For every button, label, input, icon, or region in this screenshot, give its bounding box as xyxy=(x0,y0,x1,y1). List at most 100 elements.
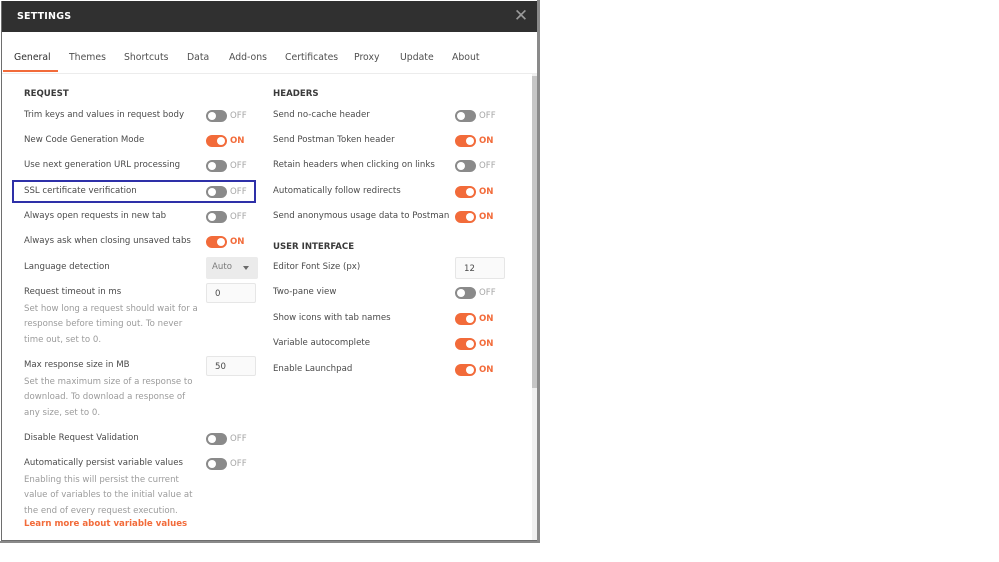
variable-autocomplete-label: Variable autocomplete xyxy=(273,338,371,348)
language-detection-label: Language detection xyxy=(24,262,110,272)
toggle-knob xyxy=(208,112,216,120)
tab-add-ons[interactable]: Add-ons xyxy=(229,52,267,63)
persist-variables-label: Automatically persist variable values xyxy=(24,458,184,468)
retain-headers-toggle[interactable]: OFF xyxy=(455,160,500,172)
headers-section-heading: HEADERS xyxy=(273,89,319,99)
ask-closing-toggle[interactable]: ON xyxy=(206,236,251,248)
toggle-track xyxy=(455,313,476,325)
tab-themes[interactable]: Themes xyxy=(69,52,106,63)
open-new-tab-toggle[interactable]: OFF xyxy=(206,211,251,223)
trim-keys-toggle[interactable]: OFF xyxy=(206,110,251,122)
persist-variables-help: Enabling this will persist the current v… xyxy=(24,475,193,516)
postman-token-label: Send Postman Token header xyxy=(273,135,395,145)
toggle-knob xyxy=(457,289,465,297)
toggle-state: OFF xyxy=(230,187,247,197)
toggle-state: ON xyxy=(479,339,494,349)
toggle-state: ON xyxy=(479,212,494,222)
learn-more-variables-link[interactable]: Learn more about variable values xyxy=(24,519,187,529)
disable-validation-label: Disable Request Validation xyxy=(24,433,139,443)
ssl-verification-label: SSL certificate verification xyxy=(24,186,137,196)
variable-autocomplete-toggle[interactable]: ON xyxy=(455,338,500,350)
modal-title: SETTINGS xyxy=(17,11,72,22)
toggle-track xyxy=(455,160,476,172)
toggle-knob xyxy=(466,188,474,196)
toggle-track xyxy=(206,236,227,248)
toggle-state: OFF xyxy=(230,161,247,171)
toggle-knob xyxy=(466,213,474,221)
toggle-track xyxy=(455,110,476,122)
toggle-state: OFF xyxy=(230,111,247,121)
tab-general[interactable]: General xyxy=(14,52,51,63)
modal-border-bottom xyxy=(0,541,540,543)
toggle-state: ON xyxy=(230,237,245,247)
toggle-state: OFF xyxy=(230,212,247,222)
tab-shortcuts[interactable]: Shortcuts xyxy=(124,52,168,63)
postman-token-toggle[interactable]: ON xyxy=(455,135,500,147)
toggle-state: ON xyxy=(479,136,494,146)
toggle-knob xyxy=(208,213,216,221)
language-detection-select[interactable]: Auto xyxy=(206,257,258,279)
request-timeout-help: Set how long a request should wait for a… xyxy=(24,304,198,345)
max-response-size-help: Set the maximum size of a response to do… xyxy=(24,377,193,418)
toggle-track xyxy=(455,186,476,198)
follow-redirects-toggle[interactable]: ON xyxy=(455,186,500,198)
select-value: Auto xyxy=(212,262,232,272)
no-cache-toggle[interactable]: OFF xyxy=(455,110,500,122)
toggle-track xyxy=(206,160,227,172)
launchpad-label: Enable Launchpad xyxy=(273,364,353,374)
tab-update[interactable]: Update xyxy=(400,52,434,63)
trim-keys-label: Trim keys and values in request body xyxy=(24,110,185,120)
tab-icons-toggle[interactable]: ON xyxy=(455,313,500,325)
modal-border-right xyxy=(537,0,540,543)
toggle-state: ON xyxy=(479,187,494,197)
launchpad-toggle[interactable]: ON xyxy=(455,364,500,376)
toggle-knob xyxy=(208,435,216,443)
tab-proxy[interactable]: Proxy xyxy=(354,52,379,63)
toggle-knob xyxy=(466,315,474,323)
toggle-knob xyxy=(457,112,465,120)
toggle-state: ON xyxy=(230,136,245,146)
toggle-state: OFF xyxy=(479,161,496,171)
toggle-state: OFF xyxy=(230,459,247,469)
persist-variables-toggle[interactable]: OFF xyxy=(206,458,251,470)
next-gen-url-toggle[interactable]: OFF xyxy=(206,160,251,172)
close-icon[interactable]: ✕ xyxy=(513,7,529,25)
toggle-state: ON xyxy=(479,314,494,324)
toggle-knob xyxy=(208,188,216,196)
ask-closing-label: Always ask when closing unsaved tabs xyxy=(24,236,191,246)
disable-validation-toggle[interactable]: OFF xyxy=(206,433,251,445)
toggle-track xyxy=(455,287,476,299)
usage-data-label: Send anonymous usage data to Postman xyxy=(273,211,450,221)
code-generation-label: New Code Generation Mode xyxy=(24,135,145,145)
toggle-knob xyxy=(217,137,225,145)
request-timeout-input[interactable]: 0 xyxy=(206,283,256,303)
two-pane-toggle[interactable]: OFF xyxy=(455,287,500,299)
toggle-state: OFF xyxy=(479,111,496,121)
toggle-track xyxy=(206,135,227,147)
toggle-track xyxy=(206,433,227,445)
toggle-track xyxy=(455,135,476,147)
toggle-knob xyxy=(466,137,474,145)
chevron-down-icon xyxy=(243,266,249,270)
toggle-track xyxy=(206,186,227,198)
toggle-track xyxy=(455,338,476,350)
toggle-knob xyxy=(217,238,225,246)
retain-headers-label: Retain headers when clicking on links xyxy=(273,160,435,170)
ssl-verification-toggle[interactable]: OFF xyxy=(206,186,251,198)
two-pane-label: Two-pane view xyxy=(273,287,337,297)
toggle-track xyxy=(455,211,476,223)
request-timeout-label: Request timeout in ms xyxy=(24,287,122,297)
tab-about[interactable]: About xyxy=(452,52,480,63)
editor-font-size-input[interactable]: 12 xyxy=(455,257,505,279)
code-generation-toggle[interactable]: ON xyxy=(206,135,251,147)
toggle-knob xyxy=(466,340,474,348)
toggle-knob xyxy=(466,366,474,374)
toggle-track xyxy=(206,110,227,122)
settings-tabs: General Themes Shortcuts Data Add-ons Ce… xyxy=(2,32,537,74)
tab-data[interactable]: Data xyxy=(187,52,209,63)
settings-modal: SETTINGS ✕ General Themes Shortcuts Data… xyxy=(1,1,538,541)
tab-certificates[interactable]: Certificates xyxy=(285,52,338,63)
max-response-size-input[interactable]: 50 xyxy=(206,356,256,376)
usage-data-toggle[interactable]: ON xyxy=(455,211,500,223)
no-cache-label: Send no-cache header xyxy=(273,110,370,120)
